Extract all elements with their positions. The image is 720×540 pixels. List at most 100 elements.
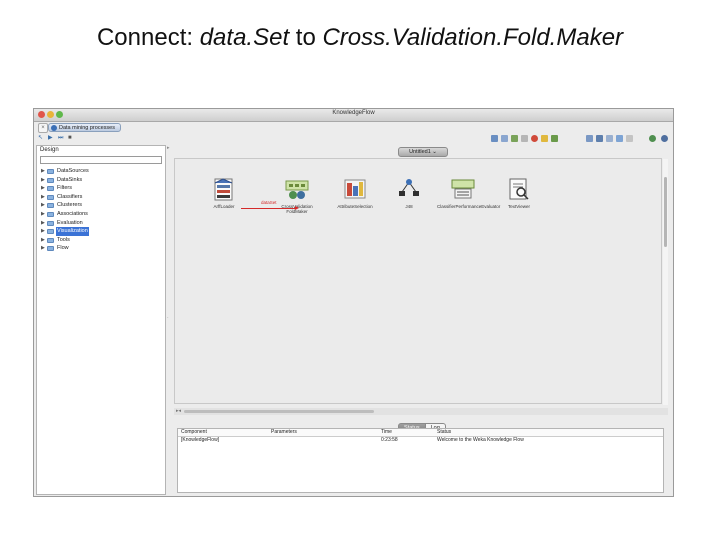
save-as-icon[interactable]	[606, 135, 613, 142]
tree-item-label: Evaluation	[57, 219, 83, 226]
dataset-connection-arrow[interactable]	[241, 206, 299, 210]
tree-item-visualization[interactable]: ▶ Visualization	[40, 227, 164, 236]
tree-item-clusterers[interactable]: ▶ Clusterers	[40, 201, 164, 210]
folder-icon	[47, 203, 54, 209]
save-icon[interactable]	[596, 135, 603, 142]
title-prefix: Connect:	[96, 24, 200, 51]
expand-arrow-icon[interactable]: ▶	[41, 227, 45, 236]
tree-item-datasinks[interactable]: ▶ DataSinks	[40, 176, 164, 185]
expand-arrow-icon[interactable]: ▶	[41, 201, 45, 210]
tree-item-tools[interactable]: ▶ Tools	[40, 236, 164, 245]
title-middle: to	[289, 24, 323, 51]
snap-icon[interactable]	[551, 135, 558, 142]
component-tree: ▶ DataSources ▶ DataSinks ▶ Filters ▶ Classifie…	[40, 167, 164, 253]
perspective-tab[interactable]: Data mining processes	[48, 123, 121, 132]
tree-item-flow[interactable]: ▶ Flow	[40, 244, 164, 253]
tree-item-classifiers[interactable]: ▶ Classifiers	[40, 193, 164, 202]
copy-icon[interactable]	[501, 135, 508, 142]
knowledgeflow-window: KnowledgeFlow × Data mining processes ↖ …	[33, 108, 674, 497]
window-titlebar: KnowledgeFlow	[34, 109, 673, 122]
folder-icon	[47, 194, 54, 200]
row-time: 0:23:58	[381, 437, 398, 443]
tree-item-label: Associations	[57, 210, 88, 217]
performance-evaluator-icon	[451, 179, 475, 199]
component-attribute-selection[interactable]: AttributeSelection	[329, 176, 381, 209]
tree-item-label: Filters	[57, 185, 72, 192]
component-label: AttributeSelection	[337, 204, 373, 209]
tree-item-datasources[interactable]: ▶ DataSources	[40, 167, 164, 176]
component-label: ClassifierPerformanceEvaluator	[437, 204, 501, 209]
play-icon[interactable]: ▶	[48, 135, 53, 142]
row-component: [KnowledgeFlow]	[181, 437, 220, 443]
tree-item-label: Clusterers	[57, 202, 83, 209]
tree-item-label: DataSinks	[57, 176, 83, 183]
perspective-tab-row: × Data mining processes	[34, 122, 673, 133]
stop-record-icon[interactable]	[531, 135, 538, 142]
tree-item-associations[interactable]: ▶ Associations	[40, 210, 164, 219]
expand-arrow-icon[interactable]: ▶	[41, 167, 45, 176]
paste-icon[interactable]	[511, 135, 518, 142]
note-icon[interactable]	[541, 135, 548, 142]
component-arff-loader[interactable]: ArffLoader	[198, 176, 250, 209]
status-log-switch: StatusLog	[398, 416, 446, 434]
folder-icon	[47, 246, 54, 252]
component-classifier-performance-evaluator[interactable]: ClassifierPerformanceEvaluator	[437, 176, 501, 209]
expand-arrow-icon[interactable]: ▶	[41, 184, 45, 193]
title-source: data.Set	[199, 24, 290, 51]
column-header-component[interactable]: Component	[181, 429, 207, 436]
text-viewer-icon	[509, 178, 529, 200]
canvas-vertical-scrollbar[interactable]	[663, 159, 668, 405]
toolbar: ↖ ▶ ⏭ ■	[34, 134, 673, 144]
tree-item-label: DataSources	[57, 168, 89, 174]
help-icon[interactable]	[661, 135, 668, 142]
play-sequential-icon[interactable]: ⏭	[58, 135, 63, 142]
table-header: Component Parameters Time Status	[178, 429, 663, 437]
status-table: Component Parameters Time Status [Knowle…	[177, 428, 664, 493]
zoom-in-icon[interactable]	[649, 135, 656, 142]
folder-icon	[47, 229, 54, 235]
stop-icon[interactable]: ■	[68, 135, 72, 142]
component-text-viewer[interactable]: TextViewer	[493, 176, 545, 209]
table-row[interactable]: [KnowledgeFlow] 0:23:58 Welcome to the W…	[178, 437, 663, 444]
flow-tab[interactable]: Untitled1 ⌄	[398, 147, 448, 157]
cut-icon[interactable]	[491, 135, 498, 142]
column-header-status[interactable]: Status	[437, 429, 451, 436]
flow-editor: Untitled1 ⌄ ArffLoader FoldMaker Attribu…	[174, 145, 668, 407]
column-header-time[interactable]: Time	[381, 429, 392, 436]
flow-canvas[interactable]: ArffLoader CrossValidation FoldMaker	[174, 158, 662, 404]
component-j48[interactable]: J48	[383, 176, 435, 209]
expand-arrow-icon[interactable]: ▶	[41, 219, 45, 228]
horizontal-splitter[interactable]: ▸◂	[174, 408, 668, 415]
tree-item-filters[interactable]: ▶ Filters	[40, 184, 164, 193]
expand-arrow-icon[interactable]: ▶	[41, 244, 45, 253]
flow-tab-label: Untitled1	[409, 149, 431, 155]
tree-item-label: Tools	[57, 236, 70, 243]
delete-icon[interactable]	[521, 135, 528, 142]
perspective-tab-label: Data mining processes	[59, 125, 115, 131]
scrollbar-thumb[interactable]	[664, 177, 667, 247]
folder-icon	[47, 220, 54, 226]
tab-close-icon[interactable]: ×	[38, 123, 48, 133]
new-flow-icon[interactable]	[586, 135, 593, 142]
panel-splitter[interactable]: ▸ ·	[167, 145, 173, 495]
expand-arrow-icon[interactable]: ▶	[41, 193, 45, 202]
component-label: J48	[405, 204, 413, 209]
canvas-horizontal-scrollbar[interactable]	[184, 410, 374, 413]
expand-arrow-icon[interactable]: ▶	[41, 210, 45, 219]
expand-arrow-icon[interactable]: ▶	[41, 176, 45, 185]
tree-item-label: Visualization	[56, 227, 89, 236]
templates-icon[interactable]	[626, 135, 633, 142]
folder-icon	[47, 177, 54, 183]
attribute-selection-icon	[344, 179, 366, 199]
folder-icon	[47, 237, 54, 243]
title-target: Cross.Validation.Fold.Maker	[322, 24, 624, 51]
component-search-input[interactable]	[40, 156, 162, 164]
tree-item-evaluation[interactable]: ▶ Evaluation	[40, 219, 164, 228]
expand-arrow-icon[interactable]: ▶	[41, 236, 45, 245]
column-header-parameters[interactable]: Parameters	[271, 429, 297, 436]
open-icon[interactable]	[616, 135, 623, 142]
folder-icon	[47, 186, 54, 192]
window-title: KnowledgeFlow	[332, 110, 375, 116]
splitter-grip-icon: ·	[167, 315, 169, 321]
cursor-tool-icon[interactable]: ↖	[38, 135, 43, 142]
